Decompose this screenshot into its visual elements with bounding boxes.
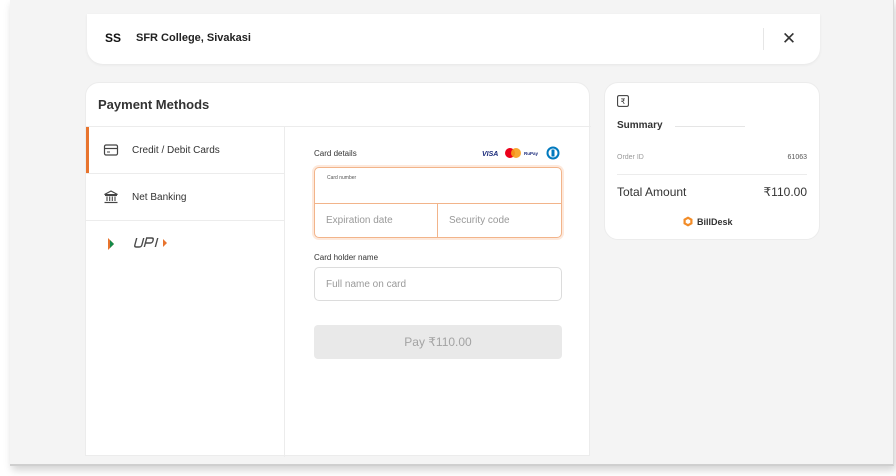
upi-logo [134, 237, 167, 248]
order-id-label: Order ID [617, 154, 644, 161]
card-number-label: Card number [327, 175, 357, 181]
merchant-header: SS SFR College, Sivakasi ✕ [87, 14, 820, 64]
header-divider [763, 28, 764, 50]
payment-methods-panel: Payment Methods Credit / Debit Cards Net… [85, 82, 591, 457]
security-code-input[interactable] [449, 208, 557, 232]
rupee-icon: ₹ [617, 95, 629, 107]
card-brands-logos: VISA RuPay [482, 146, 560, 160]
summary-title: Summary [617, 120, 663, 131]
billdesk-label: BillDesk [697, 216, 733, 227]
billdesk-brand: BillDesk [683, 216, 733, 227]
card-holder-label: Card holder name [314, 253, 379, 262]
methods-column-divider [284, 127, 285, 457]
card-holder-input[interactable] [314, 267, 562, 301]
pay-button[interactable]: Pay ₹110.00 [314, 325, 562, 359]
card-number-input[interactable] [325, 183, 553, 199]
method-label: Credit / Debit Cards [132, 144, 220, 156]
method-credit-debit-cards[interactable]: Credit / Debit Cards [86, 127, 284, 173]
app-frame: SS SFR College, Sivakasi ✕ Payment Metho… [10, 0, 894, 466]
card-box-divider [437, 203, 438, 237]
visa-logo: VISA [482, 151, 498, 158]
rupay-logo: RuPay [524, 151, 539, 156]
order-summary-card: ₹ Summary Order ID 61063 Total Amount ₹1… [604, 82, 820, 240]
method-label: Net Banking [132, 191, 187, 203]
close-icon[interactable]: ✕ [776, 26, 802, 52]
order-id-value: 61063 [787, 154, 807, 161]
merchant-name: SFR College, Sivakasi [136, 32, 251, 44]
merchant-initials: SS [105, 31, 122, 45]
card-icon [103, 144, 119, 156]
svg-text:₹: ₹ [621, 97, 626, 106]
payment-methods-title: Payment Methods [98, 97, 210, 112]
method-upi[interactable] [86, 221, 284, 267]
total-amount-value: ₹110.00 [763, 185, 807, 199]
bank-icon [104, 190, 118, 204]
summary-title-line [675, 126, 745, 127]
expiration-date-input[interactable] [326, 208, 434, 232]
upi-arrow-icon [108, 238, 114, 250]
total-amount-label: Total Amount [617, 185, 687, 199]
method-net-banking[interactable]: Net Banking [86, 174, 284, 220]
summary-divider [617, 174, 807, 175]
billdesk-logo-icon [683, 216, 693, 227]
card-entry-box: Card number [314, 167, 562, 238]
card-details-label: Card details [314, 149, 357, 158]
card-box-divider [315, 203, 561, 204]
